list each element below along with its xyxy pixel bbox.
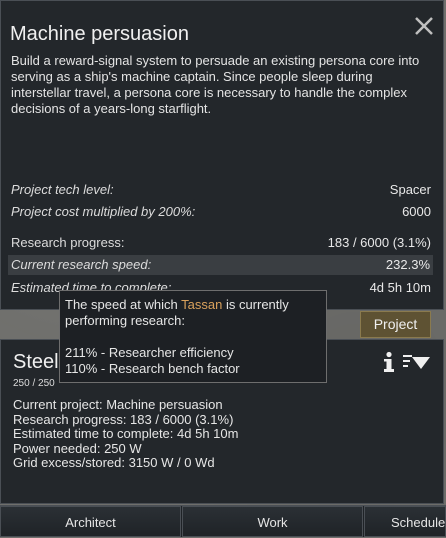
close-icon[interactable] xyxy=(413,15,435,37)
tooltip-factor-bench: 110% - Research bench factor xyxy=(65,361,240,376)
bench-details: Current project: Machine persuasion Rese… xyxy=(13,397,239,471)
cost-row: Project cost multiplied by 200%: 6000 xyxy=(11,202,431,222)
tab-architect[interactable]: Architect xyxy=(0,506,181,537)
research-description: Build a reward-signal system to persuade… xyxy=(11,53,420,116)
research-window: Machine persuasion Build a reward-signal… xyxy=(0,0,444,310)
progress-label: Research progress: xyxy=(11,235,125,250)
tooltip-text-b: is currently xyxy=(222,297,289,312)
bench-grid: Grid excess/stored: 3150 W / 0 Wd xyxy=(13,455,215,470)
bench-hp: 250 / 250 xyxy=(13,378,55,389)
bench-title: Steel xyxy=(13,351,59,373)
tech-level-label: Project tech level: xyxy=(11,182,114,197)
tab-work[interactable]: Work xyxy=(182,506,363,537)
bench-eta: Estimated time to complete: 4d 5h 10m xyxy=(13,426,239,441)
speed-value: 232.3% xyxy=(385,257,430,272)
tooltip-line2: performing research: xyxy=(65,313,185,328)
research-speed-tooltip: The speed at which Tassan is currently p… xyxy=(59,290,327,383)
tech-level-row: Project tech level: Spacer xyxy=(11,180,431,200)
bench-power: Power needed: 250 W xyxy=(13,440,142,456)
cost-label: Project cost multiplied by 200%: xyxy=(11,204,196,219)
progress-row: Research progress: 183 / 6000 (3.1%) xyxy=(11,233,431,253)
eta-value: 4d 5h 10m xyxy=(369,280,431,295)
info-icon[interactable] xyxy=(381,351,397,373)
tooltip-text-a: The speed at which xyxy=(65,297,182,312)
tech-level-value: Spacer xyxy=(389,182,431,197)
speed-label: Current research speed: xyxy=(11,257,152,272)
tooltip-line1: The speed at which Tassan is currently xyxy=(65,297,321,313)
researcher-name: Tassan xyxy=(181,297,223,312)
project-button[interactable]: Project xyxy=(360,311,431,338)
bench-progress: Research progress: 183 / 6000 (3.1%) xyxy=(13,411,234,427)
cost-value: 6000 xyxy=(402,204,431,219)
bottom-bar: Architect Work Schedule xyxy=(0,505,446,537)
bench-current-project: Current project: Machine persuasion xyxy=(13,397,223,412)
tooltip-factor-efficiency: 211% - Researcher efficiency xyxy=(65,345,234,360)
progress-value: 183 / 6000 (3.1%) xyxy=(327,235,431,250)
research-title: Machine persuasion xyxy=(10,23,189,45)
menu-dropdown-icon[interactable] xyxy=(403,354,431,370)
speed-row[interactable]: Current research speed: 232.3% xyxy=(8,255,433,275)
tab-schedule[interactable]: Schedule xyxy=(364,506,446,537)
